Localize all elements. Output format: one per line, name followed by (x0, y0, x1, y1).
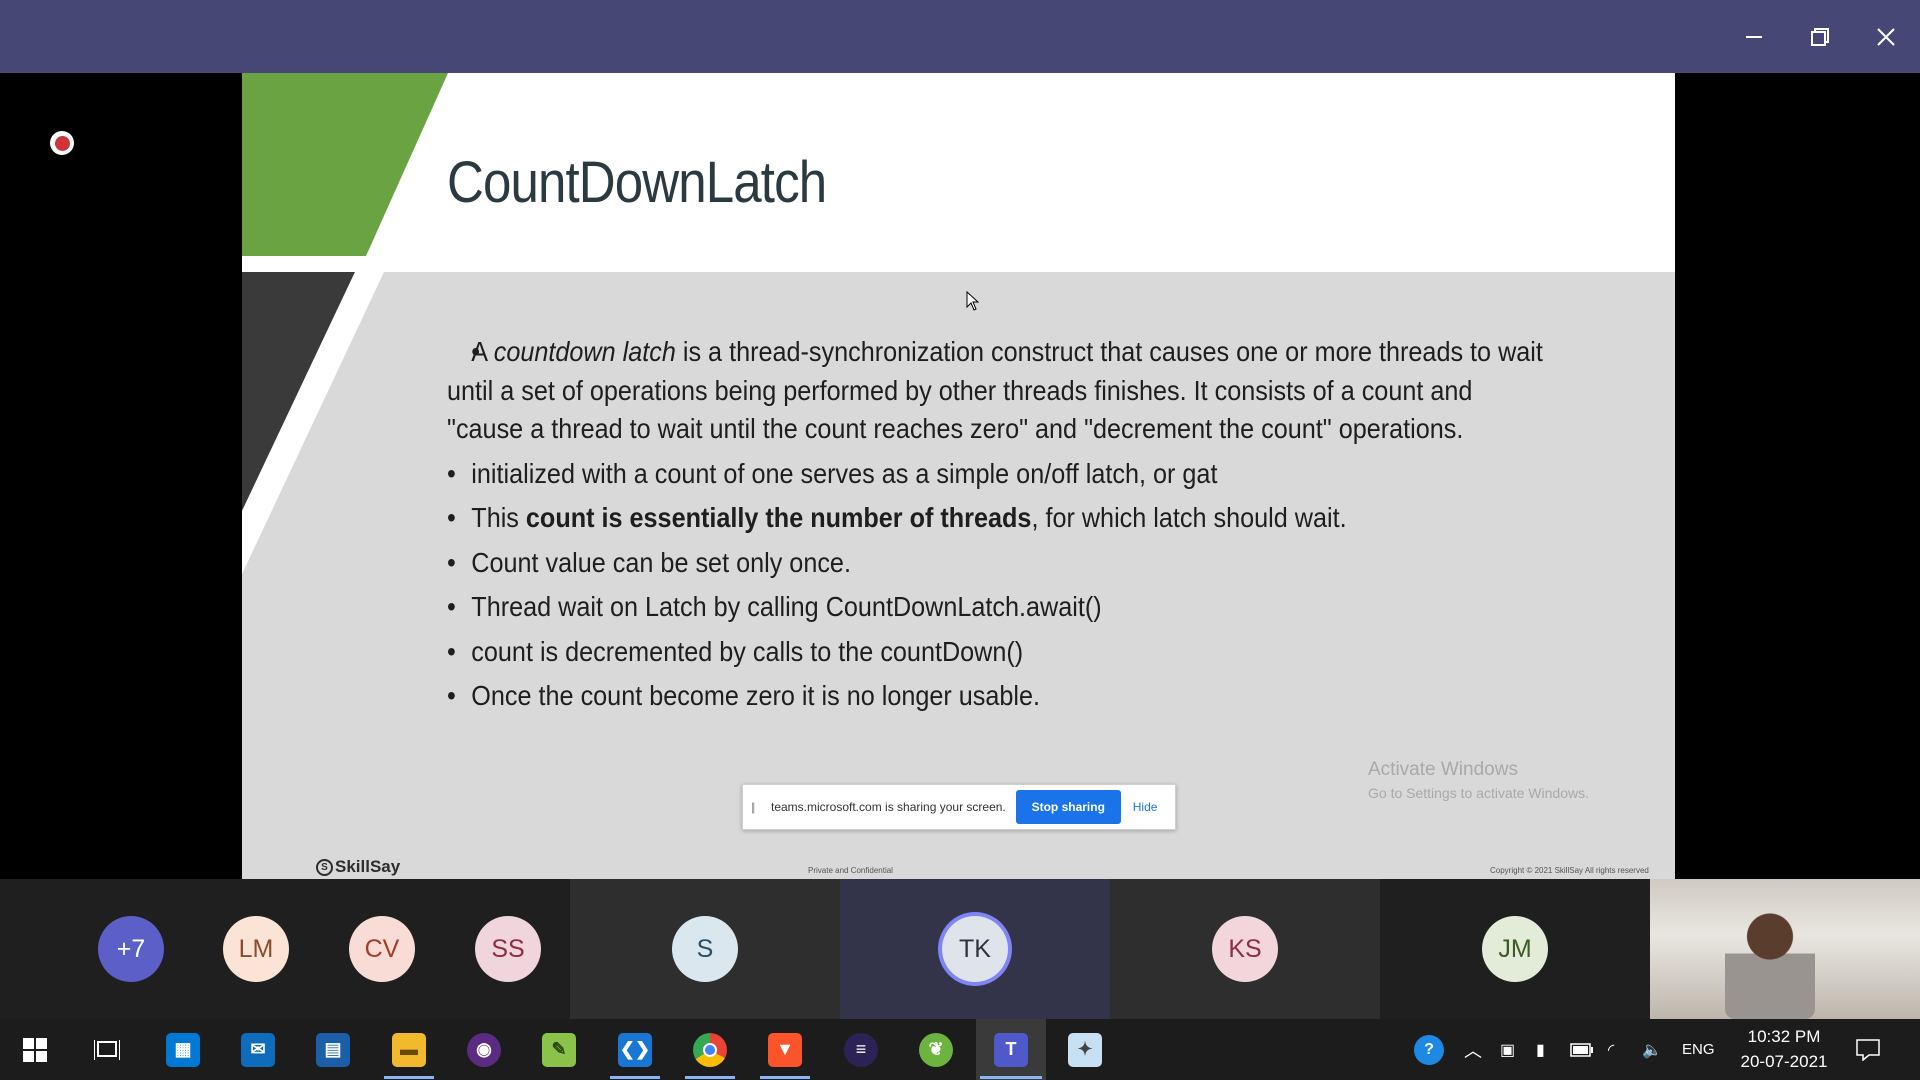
chrome-icon (693, 1032, 727, 1067)
taskbar-notepadpp[interactable]: ✎ (530, 1019, 588, 1080)
share-message: teams.microsoft.com is sharing your scre… (771, 800, 1006, 814)
calendar-icon: ▤ (316, 1032, 350, 1067)
screen-share-notification: || teams.microsoft.com is sharing your s… (742, 784, 1176, 830)
task-view-icon (94, 1039, 120, 1060)
teams-icon: T (994, 1032, 1028, 1067)
taskbar-spring-tool[interactable]: ❦ (907, 1019, 965, 1080)
slide-footer-copyright: Copyright © 2021 SkillSay All rights res… (1490, 866, 1649, 875)
taskbar-eclipse[interactable]: ≡ (832, 1019, 890, 1080)
restore-icon (1811, 28, 1829, 46)
spring-icon: ❦ (919, 1032, 953, 1067)
activate-windows-watermark: Activate Windows Go to Settings to activ… (1368, 759, 1589, 801)
activate-line1: Activate Windows (1368, 759, 1518, 780)
clock-time: 10:32 PM (1747, 1027, 1821, 1046)
restore-button[interactable] (1797, 14, 1843, 60)
language-indicator[interactable]: ENG (1682, 1019, 1715, 1080)
avatar[interactable]: KS (1212, 916, 1278, 982)
slide-title: CountDownLatch (447, 150, 827, 215)
taskbar-paint[interactable]: ✦ (1056, 1019, 1114, 1080)
camera-icon: ▣ (1500, 1041, 1516, 1059)
windows-logo-icon (23, 1037, 47, 1062)
chevron-up-icon: ︿ (1464, 1040, 1482, 1061)
avatar-speaking[interactable]: TK (942, 916, 1008, 982)
bullet-item: Count value can be set only once. (447, 544, 1554, 583)
clock-date: 20-07-2021 (1740, 1052, 1828, 1071)
taskbar-store[interactable]: ▦ (154, 1019, 212, 1080)
folder-icon: ▬ (392, 1032, 426, 1067)
hide-button[interactable]: Hide (1133, 800, 1158, 814)
brand-name: SkillSay (335, 857, 401, 876)
taskbar-github[interactable]: ◉ (455, 1019, 513, 1080)
teams-title-bar (0, 0, 1920, 73)
paint-icon: ✦ (1068, 1032, 1102, 1067)
slide-footer-center: Private and Confidential (808, 866, 893, 875)
microphone-icon: ▮ (1536, 1041, 1545, 1059)
volume-tray[interactable]: 🔈 (1642, 1019, 1662, 1080)
microphone-tray[interactable]: ▮ (1536, 1019, 1545, 1080)
stop-sharing-button[interactable]: Stop sharing (1015, 790, 1121, 824)
activate-line2: Go to Settings to activate Windows. (1368, 785, 1589, 801)
vscode-icon: ❮❯ (618, 1032, 652, 1067)
self-video-person (1725, 909, 1815, 1019)
taskbar-vscode[interactable]: ❮❯ (606, 1019, 664, 1080)
bullet-item: Thread wait on Latch by calling CountDow… (447, 588, 1554, 627)
avatar[interactable]: S (672, 916, 738, 982)
bullet-item: A countdown latch is a thread-synchroniz… (447, 333, 1554, 449)
minimize-button[interactable] (1731, 14, 1777, 60)
green-accent-shape (242, 73, 448, 256)
meet-now-tray[interactable]: ▣ (1500, 1019, 1515, 1080)
bullet-item: Once the count become zero it is no long… (447, 677, 1554, 716)
drag-handle-icon[interactable]: || (751, 800, 767, 814)
taskbar-brave[interactable]: ▼ (756, 1019, 814, 1080)
taskbar-chrome[interactable] (681, 1019, 739, 1080)
avatar[interactable]: SS (475, 916, 541, 982)
battery-icon (1570, 1042, 1593, 1057)
github-icon: ◉ (467, 1032, 501, 1067)
bullet-item: count is decremented by calls to the cou… (447, 633, 1554, 672)
avatar[interactable]: JM (1482, 916, 1548, 982)
avatar[interactable]: LM (223, 916, 289, 982)
system-clock[interactable]: 10:32 PM 20-07-2021 (1724, 1024, 1844, 1074)
self-video-preview[interactable] (1650, 879, 1920, 1019)
skillsay-logo-icon: S (316, 858, 333, 876)
show-hidden-icons-button[interactable]: ︿ (1464, 1019, 1482, 1080)
network-tray[interactable]: ◜ (1608, 1019, 1614, 1080)
slide-brand: S SkillSay (316, 857, 400, 877)
bullet-item: initialized with a count of one serves a… (447, 455, 1554, 494)
more-participants-avatar[interactable]: +7 (98, 916, 164, 982)
store-icon: ▦ (166, 1032, 200, 1067)
task-view-button[interactable] (78, 1019, 136, 1080)
taskbar-mail[interactable]: ✉ (229, 1019, 287, 1080)
eclipse-icon: ≡ (844, 1032, 878, 1067)
mouse-cursor-icon (966, 291, 980, 311)
taskbar-teams[interactable]: T (976, 1019, 1046, 1080)
recording-indicator-icon (50, 131, 74, 155)
close-button[interactable] (1863, 14, 1909, 60)
taskbar-file-explorer[interactable]: ▬ (380, 1019, 438, 1080)
participants-strip: +7 LM CV SS S TK KS JM (0, 879, 1920, 1019)
windows-taskbar: ▦ ✉ ▤ ▬ ◉ ✎ ❮❯ ▼ ≡ ❦ T ✦ ? ︿ ▣ ▮ ◜ 🔈 ENG (0, 1019, 1920, 1080)
bullet-item: This count is essentially the number of … (447, 499, 1554, 538)
help-icon: ? (1414, 1034, 1444, 1065)
minimize-icon (1746, 36, 1762, 38)
avatar[interactable]: CV (349, 916, 415, 982)
battery-tray[interactable] (1570, 1019, 1594, 1080)
taskbar-calendar[interactable]: ▤ (304, 1019, 362, 1080)
brave-icon: ▼ (768, 1032, 802, 1067)
start-button[interactable] (6, 1019, 64, 1080)
close-icon (1877, 28, 1895, 46)
speaker-icon: 🔈 (1642, 1041, 1662, 1059)
notepad-icon: ✎ (542, 1032, 576, 1067)
wifi-icon: ◜ (1608, 1041, 1615, 1059)
slide-bullets: A countdown latch is a thread-synchroniz… (447, 333, 1567, 722)
mail-icon: ✉ (241, 1032, 275, 1067)
help-tray-button[interactable]: ? (1414, 1019, 1444, 1080)
notification-icon (1856, 1038, 1880, 1061)
notifications-button[interactable] (1856, 1019, 1880, 1080)
shared-slide: CountDownLatch A countdown latch is a th… (242, 73, 1675, 879)
